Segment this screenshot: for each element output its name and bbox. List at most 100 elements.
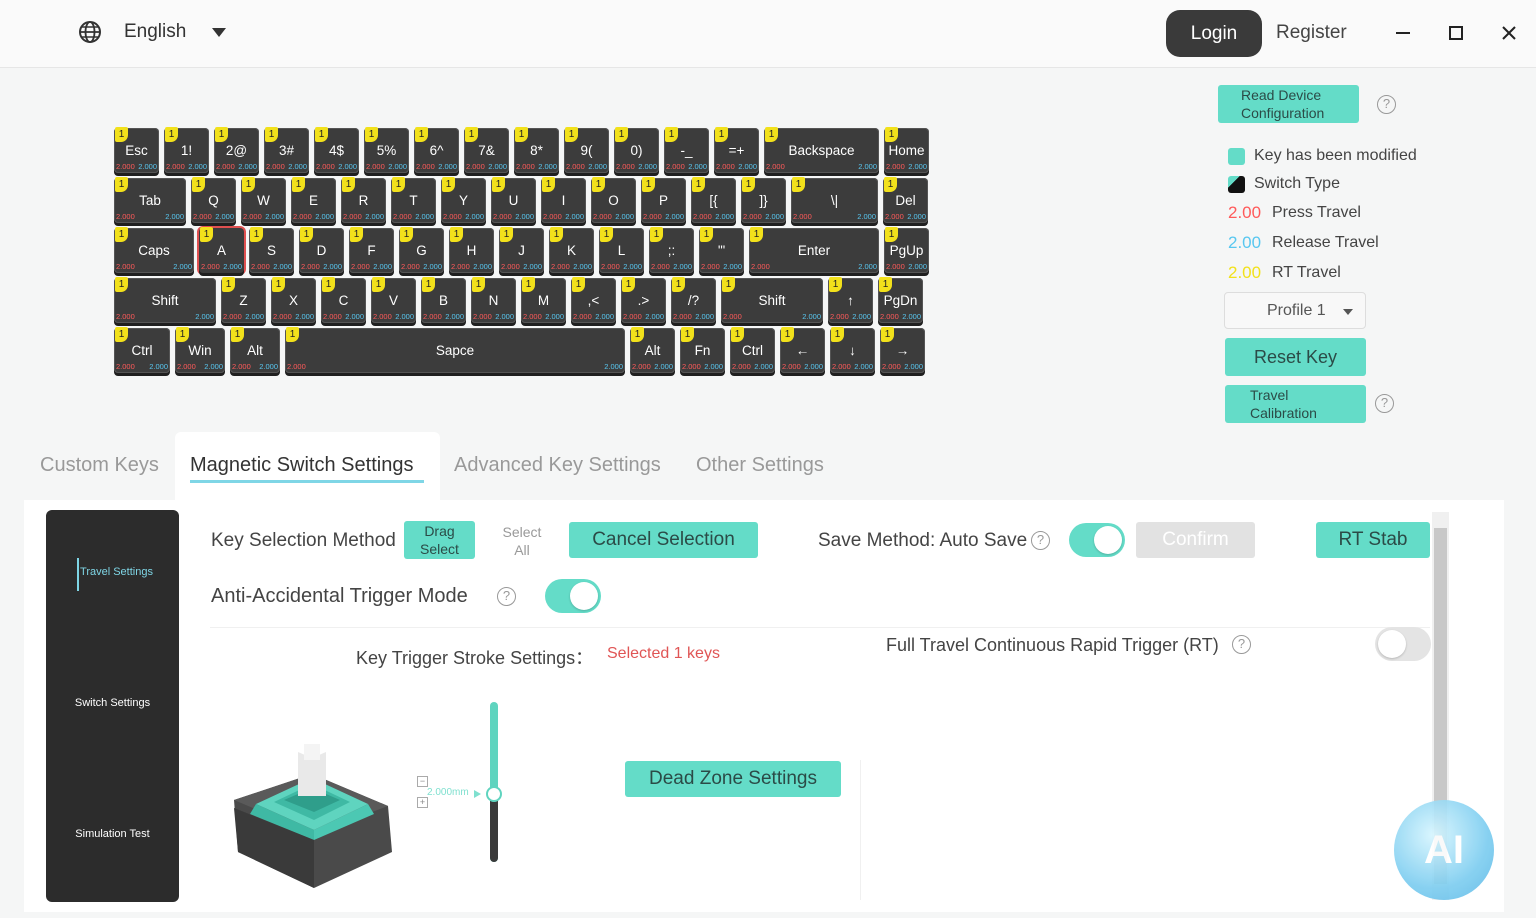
dead-zone-settings-button[interactable]: Dead Zone Settings (625, 761, 841, 797)
increase-icon[interactable]: + (417, 797, 428, 808)
cancel-selection-button[interactable]: Cancel Selection (569, 522, 758, 558)
tab-custom-keys[interactable]: Custom Keys (40, 454, 159, 477)
help-icon[interactable]: ? (1375, 394, 1394, 413)
key-l[interactable]: 1 L 2.000 2.000 (599, 227, 644, 273)
sidenav-simulation-test[interactable]: Simulation Test (46, 828, 179, 840)
key-sym1-13[interactable]: 1 \| 2.000 2.000 (791, 177, 878, 223)
rt-stab-button[interactable]: RT Stab (1316, 522, 1430, 558)
key-sym3-10[interactable]: 1/? 2.000 2.000 (671, 277, 716, 323)
full-travel-rt-toggle[interactable] (1375, 627, 1431, 661)
key-alt[interactable]: 1 Alt 2.000 2.000 (230, 327, 280, 373)
key-shift[interactable]: 1 Shift 2.000 2.000 (721, 277, 823, 323)
key-y[interactable]: 1 Y 2.000 2.000 (441, 177, 486, 223)
key-win[interactable]: 1 Win 2.000 2.000 (175, 327, 225, 373)
key-q[interactable]: 1 Q 2.000 2.000 (191, 177, 236, 223)
key-sym3-12[interactable]: 1 ↑ 2.000 2.000 (828, 277, 873, 323)
key-9[interactable]: 1 9(2.000 2.000 (564, 127, 609, 173)
key-7[interactable]: 1 7& 2.000 2.000 (464, 127, 509, 173)
sidenav-switch-settings[interactable]: Switch Settings (46, 697, 179, 709)
key-0[interactable]: 1 0) 2.000 2.000 (614, 127, 659, 173)
tab-other-settings[interactable]: Other Settings (696, 454, 824, 477)
key-f[interactable]: 1 F 2.000 2.000 (349, 227, 394, 273)
key-sym2-11[interactable]: 1 '" 2.000 2.000 (699, 227, 744, 273)
key-sym4-8[interactable]: 1 ↓ 2.000 2.000 (830, 327, 875, 373)
key-8[interactable]: 1 8* 2.000 2.000 (514, 127, 559, 173)
key-g[interactable]: 1 G 2.000 2.000 (399, 227, 444, 273)
key-alt[interactable]: 1 Alt 2.000 2.000 (630, 327, 675, 373)
key-ctrl[interactable]: 1 Ctrl 2.000 2.000 (730, 327, 775, 373)
key-x[interactable]: 1 X 2.000 2.000 (271, 277, 316, 323)
key-b[interactable]: 1 B 2.000 2.000 (421, 277, 466, 323)
key-sym2-10[interactable]: 1;: 2.000 2.000 (649, 227, 694, 273)
key-4[interactable]: 1 4$ 2.000 2.000 (314, 127, 359, 173)
key-j[interactable]: 1 J 2.000 2.000 (499, 227, 544, 273)
tab-magnetic-switch-settings[interactable]: Magnetic Switch Settings (190, 454, 413, 477)
anti-accidental-toggle[interactable] (545, 579, 601, 613)
key-fn[interactable]: 1 Fn 2.000 2.000 (680, 327, 725, 373)
language-selector[interactable]: English (78, 20, 227, 44)
key-esc[interactable]: 1 Esc 2.000 2.000 (114, 127, 159, 173)
key-home[interactable]: 1 Home 2.000 2.000 (884, 127, 929, 173)
key-pgdn[interactable]: 1 PgDn 2.000 2.000 (878, 277, 923, 323)
select-all-button[interactable]: Select All (496, 523, 548, 559)
key-u[interactable]: 1 U 2.000 2.000 (491, 177, 536, 223)
read-device-configuration-button[interactable]: Read Device Configuration (1218, 85, 1359, 123)
key-caps[interactable]: 1 Caps 2.000 2.000 (114, 227, 194, 273)
key-sym0-11[interactable]: 1 -_ 2.000 2.000 (664, 127, 709, 173)
minimize-icon[interactable] (1388, 18, 1418, 48)
key-h[interactable]: 1 H 2.000 2.000 (449, 227, 494, 273)
key-k[interactable]: 1 K 2.000 2.000 (549, 227, 594, 273)
key-e[interactable]: 1 E 2.000 2.000 (291, 177, 336, 223)
key-backspace[interactable]: 1 Backspace 2.000 2.000 (764, 127, 879, 173)
decrease-icon[interactable]: − (417, 776, 428, 787)
key-1[interactable]: 1 1! 2.000 2.000 (164, 127, 209, 173)
travel-slider-handle[interactable] (486, 786, 502, 802)
help-icon[interactable]: ? (1232, 635, 1251, 654)
key-s[interactable]: 1 S 2.000 2.000 (249, 227, 294, 273)
reset-key-button[interactable]: Reset Key (1225, 338, 1366, 376)
key-m[interactable]: 1 M 2.000 2.000 (521, 277, 566, 323)
key-v[interactable]: 1 V 2.000 2.000 (371, 277, 416, 323)
help-icon[interactable]: ? (1377, 95, 1396, 114)
profile-select[interactable]: Profile 1 (1224, 292, 1366, 329)
key-3[interactable]: 1 3# 2.000 2.000 (264, 127, 309, 173)
key-pgup[interactable]: 1 PgUp 2.000 2.000 (884, 227, 929, 273)
key-d[interactable]: 1 D 2.000 2.000 (299, 227, 344, 273)
key-a[interactable]: 1 A 2.000 2.000 (199, 227, 244, 273)
travel-calibration-button[interactable]: Travel Calibration (1225, 385, 1366, 423)
key-o[interactable]: 1 O 2.000 2.000 (591, 177, 636, 223)
login-button[interactable]: Login (1166, 10, 1262, 57)
key-ctrl[interactable]: 1 Ctrl 2.000 2.000 (114, 327, 170, 373)
help-icon[interactable]: ? (1031, 531, 1050, 550)
key-c[interactable]: 1 C 2.000 2.000 (321, 277, 366, 323)
key-r[interactable]: 1 R 2.000 2.000 (341, 177, 386, 223)
key-sym0-12[interactable]: 1 =+ 2.000 2.000 (714, 127, 759, 173)
key-z[interactable]: 1 Z 2.000 2.000 (221, 277, 266, 323)
sidenav-travel-settings[interactable]: Travel Settings (50, 566, 183, 578)
key-sapce[interactable]: 1 Sapce 2.000 2.000 (285, 327, 625, 373)
ai-assistant-button[interactable]: AI (1394, 800, 1494, 900)
key-i[interactable]: 1 I 2.000 2.000 (541, 177, 586, 223)
drag-select-button[interactable]: Drag Select (404, 521, 475, 559)
key-sym4-9[interactable]: 1 → 2.000 2.000 (880, 327, 925, 373)
key-w[interactable]: 1 W 2.000 2.000 (241, 177, 286, 223)
key-t[interactable]: 1 T 2.000 2.000 (391, 177, 436, 223)
auto-save-toggle[interactable] (1069, 523, 1125, 557)
key-sym3-8[interactable]: 1 ,< 2.000 2.000 (571, 277, 616, 323)
key-6[interactable]: 1 6^ 2.000 2.000 (414, 127, 459, 173)
help-icon[interactable]: ? (497, 587, 516, 606)
key-sym1-12[interactable]: 1]} 2.000 2.000 (741, 177, 786, 223)
key-del[interactable]: 1 Del 2.000 2.000 (883, 177, 928, 223)
key-sym3-9[interactable]: 1 .> 2.000 2.000 (621, 277, 666, 323)
key-5[interactable]: 1 5% 2.000 2.000 (364, 127, 409, 173)
key-p[interactable]: 1 P 2.000 2.000 (641, 177, 686, 223)
key-enter[interactable]: 1 Enter 2.000 2.000 (749, 227, 879, 273)
key-shift[interactable]: 1 Shift 2.000 2.000 (114, 277, 216, 323)
key-sym4-7[interactable]: 1 ← 2.000 2.000 (780, 327, 825, 373)
confirm-button[interactable]: Confirm (1136, 522, 1255, 558)
key-n[interactable]: 1 N 2.000 2.000 (471, 277, 516, 323)
key-sym1-11[interactable]: 1 [{2.000 2.000 (691, 177, 736, 223)
close-icon[interactable] (1494, 18, 1524, 48)
register-button[interactable]: Register (1276, 22, 1347, 44)
maximize-icon[interactable] (1441, 18, 1471, 48)
